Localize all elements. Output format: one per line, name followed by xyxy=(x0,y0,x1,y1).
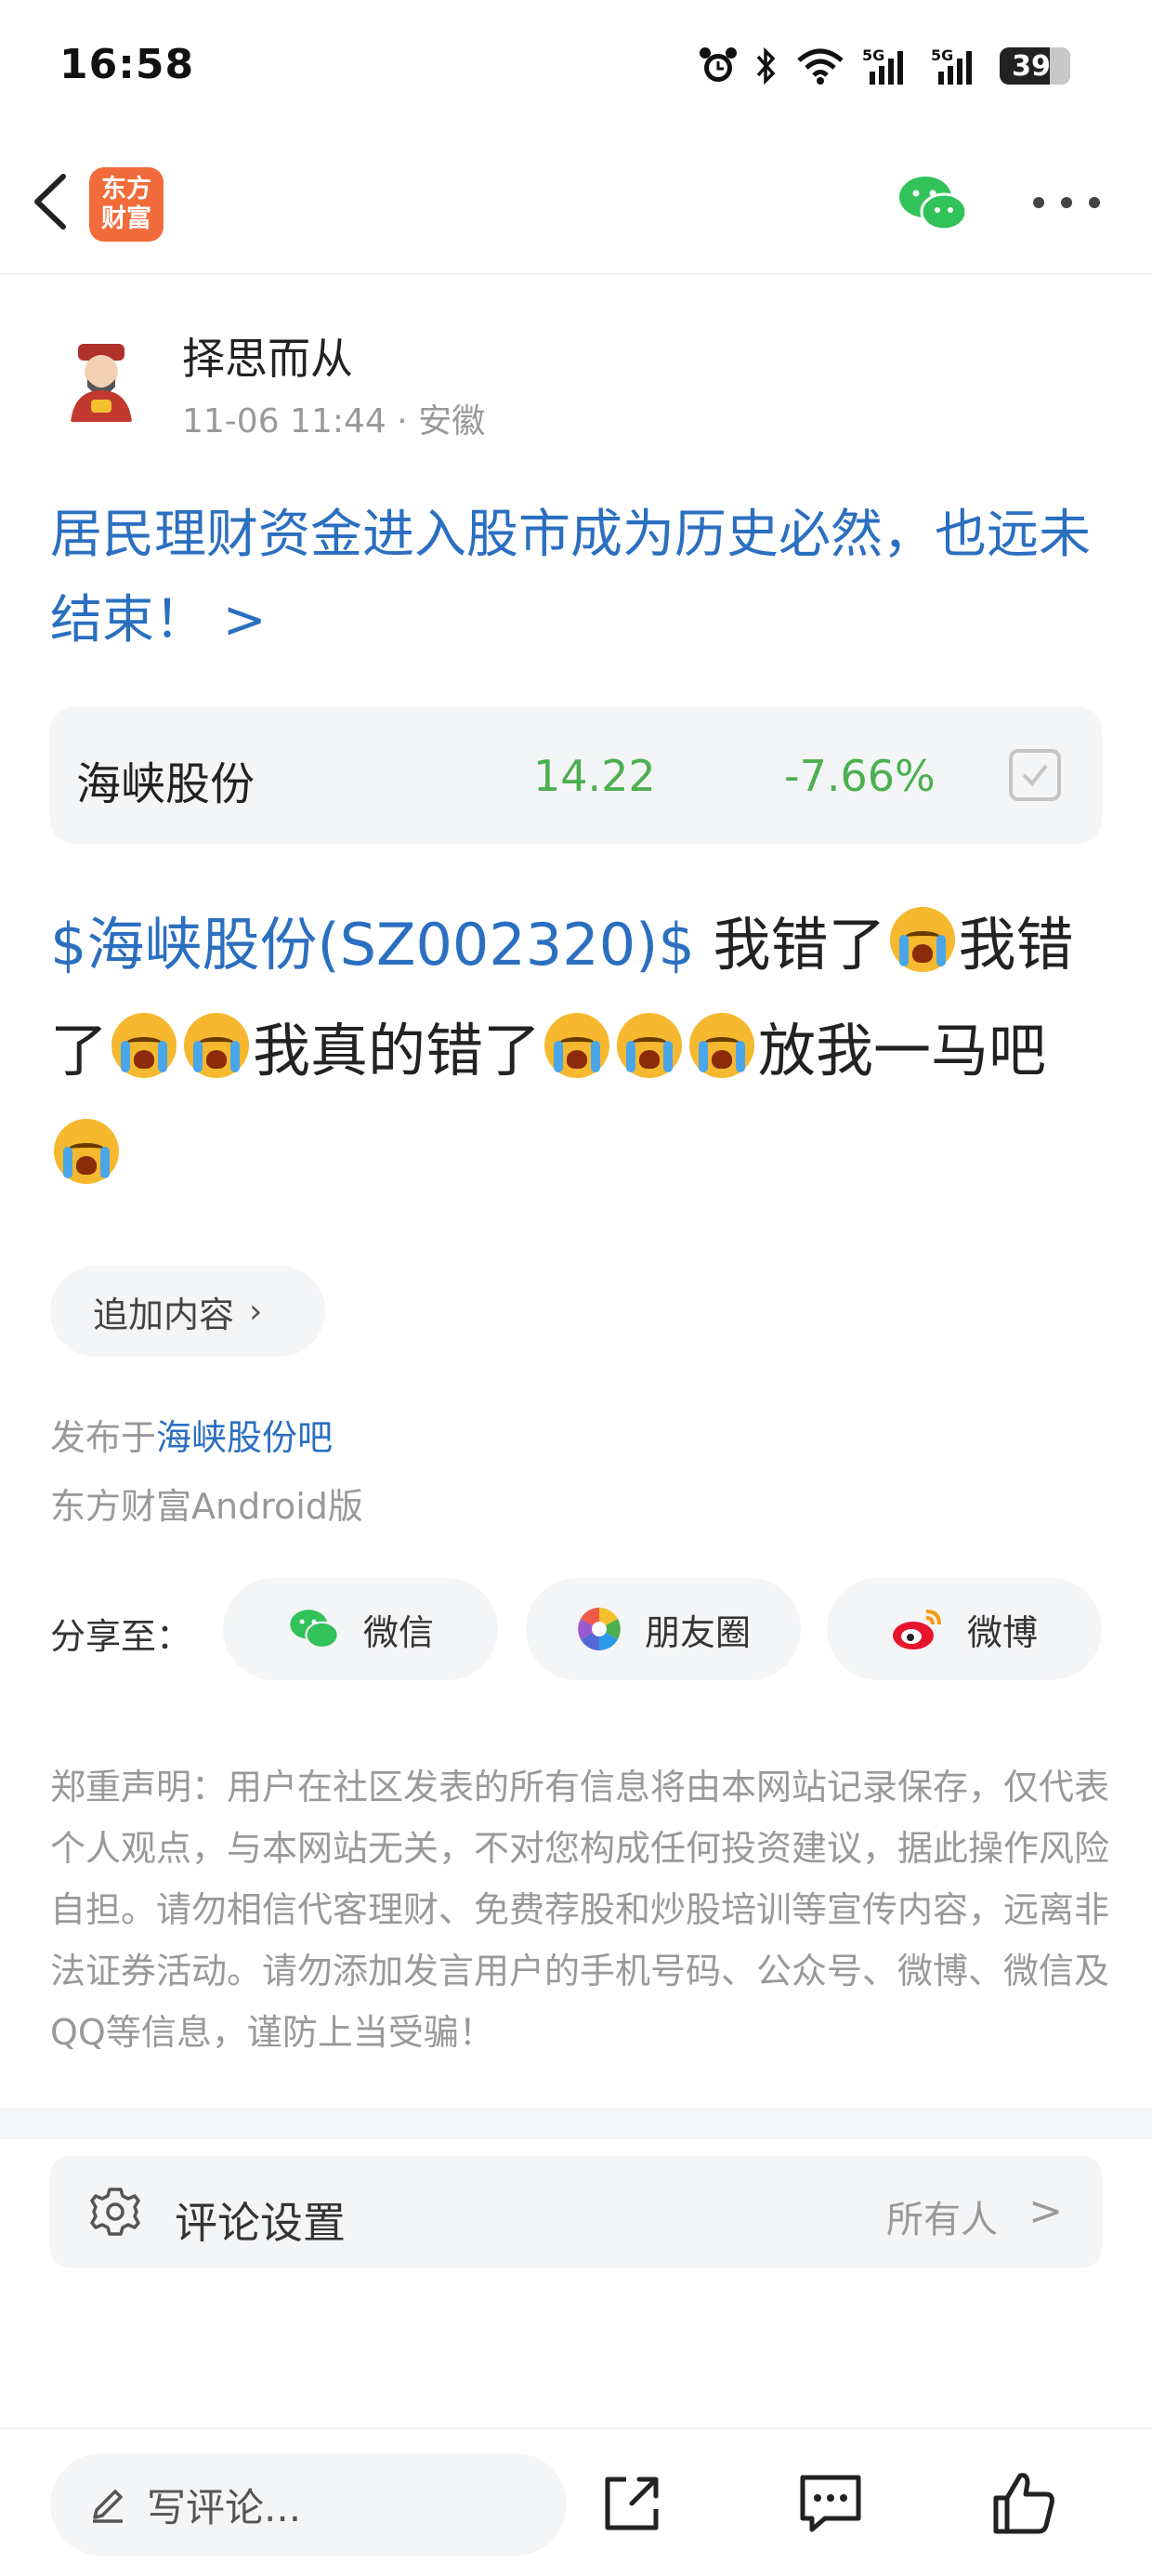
share-icon[interactable] xyxy=(595,2466,669,2541)
author-name[interactable]: 择思而从 xyxy=(182,325,353,387)
avatar[interactable] xyxy=(50,329,152,431)
post-meta: 11-06 11:44 · 安徽 xyxy=(182,394,485,442)
gear-icon xyxy=(90,2188,140,2236)
stock-name: 海峡股份 xyxy=(76,758,255,810)
share-weibo-button[interactable]: 微博 xyxy=(827,1578,1102,1680)
back-icon[interactable] xyxy=(22,169,78,234)
section-divider xyxy=(0,2108,1152,2139)
post-text: 我错了 xyxy=(694,911,886,979)
crying-emoji-icon xyxy=(544,1013,610,1078)
author-header: 择思而从 11-06 11:44 · 安徽 xyxy=(50,316,1109,446)
comment-settings-row[interactable]: 评论设置 所有人 > xyxy=(50,2156,1102,2267)
svg-text:5G: 5G xyxy=(931,46,953,64)
stock-change: -7.66% xyxy=(784,751,936,801)
publish-prefix: 发布于 xyxy=(50,1417,157,1458)
stock-price: 14.22 xyxy=(533,751,656,801)
wechat-icon[interactable] xyxy=(896,171,970,236)
comment-input[interactable]: 写评论... xyxy=(50,2453,567,2556)
chevron-right-icon: > xyxy=(1028,2188,1063,2235)
add-watchlist-checkbox[interactable] xyxy=(1009,749,1061,801)
status-time: 16:58 xyxy=(59,41,195,88)
share-wechat-button[interactable]: 微信 xyxy=(223,1578,498,1680)
5g-signal-icon: 5G xyxy=(931,46,972,85)
app-logo: 东方 财富 xyxy=(89,167,164,242)
share-weibo-label: 微博 xyxy=(966,1611,1038,1653)
wifi-icon xyxy=(797,48,844,85)
share-wechat-label: 微信 xyxy=(362,1611,434,1653)
post-time: 11-06 11:44 xyxy=(182,402,386,440)
battery-indicator: 39 xyxy=(1000,47,1070,85)
bottom-action-bar: 写评论... xyxy=(0,2427,1152,2576)
share-moments-button[interactable]: 朋友圈 xyxy=(526,1578,801,1680)
crying-emoji-icon xyxy=(689,1013,755,1078)
svg-text:5G: 5G xyxy=(862,46,884,64)
chevron-right-icon: › xyxy=(249,1292,263,1331)
post-text: 放我一马吧 xyxy=(758,1017,1047,1084)
comment-placeholder: 写评论... xyxy=(147,2484,302,2530)
pencil-icon xyxy=(93,2490,123,2523)
post-title-link[interactable]: 居民理财资金进入股市成为历史必然，也远未结束！ > xyxy=(50,493,1109,664)
stock-tag-link[interactable]: $海峡股份(SZ002320)$ xyxy=(50,911,695,979)
check-icon xyxy=(1022,764,1048,787)
post-text: 我真的错了 xyxy=(253,1017,542,1084)
nav-bar: 东方 财富 xyxy=(0,130,1152,275)
comment-settings-label: 评论设置 xyxy=(175,2198,346,2248)
stock-card[interactable]: 海峡股份 14.22 -7.66% xyxy=(50,706,1102,844)
crying-emoji-icon xyxy=(111,1013,177,1078)
alarm-icon xyxy=(700,47,737,82)
more-icon[interactable] xyxy=(1033,197,1100,212)
crying-emoji-icon xyxy=(617,1013,683,1078)
share-label: 分享至： xyxy=(50,1616,192,1657)
crying-emoji-icon xyxy=(889,907,955,972)
post-location: · 安徽 xyxy=(397,402,486,440)
comment-settings-value: 所有人 xyxy=(886,2199,998,2241)
status-bar: 16:58 5G 5G 39 xyxy=(0,0,1152,130)
bluetooth-icon xyxy=(756,46,776,85)
publish-info: 发布于海峡股份吧 xyxy=(50,1409,333,1460)
wechat-icon xyxy=(290,1610,339,1649)
status-icons: 5G 5G 39 xyxy=(699,43,1070,89)
crying-emoji-icon xyxy=(54,1119,119,1184)
share-moments-label: 朋友圈 xyxy=(644,1611,751,1653)
disclaimer-text: 郑重声明：用户在社区发表的所有信息将由本网站记录保存，仅代表个人观点，与本网站无… xyxy=(50,1767,1110,2053)
5g-signal-icon: 5G xyxy=(862,46,903,85)
append-label: 追加内容 xyxy=(93,1294,235,1335)
like-icon[interactable] xyxy=(987,2466,1061,2541)
crying-emoji-icon xyxy=(184,1013,250,1078)
comment-icon[interactable] xyxy=(793,2466,868,2541)
publish-client: 东方财富Android版 xyxy=(50,1486,363,1527)
weibo-icon xyxy=(892,1610,941,1649)
append-content-button[interactable]: 追加内容 › xyxy=(50,1266,325,1357)
post-body: $海峡股份(SZ002320)$ 我错了 我错了 我真的错了 放我一马吧 xyxy=(50,892,1109,1210)
stock-bar-link[interactable]: 海峡股份吧 xyxy=(156,1417,333,1458)
moments-icon xyxy=(578,1608,621,1650)
